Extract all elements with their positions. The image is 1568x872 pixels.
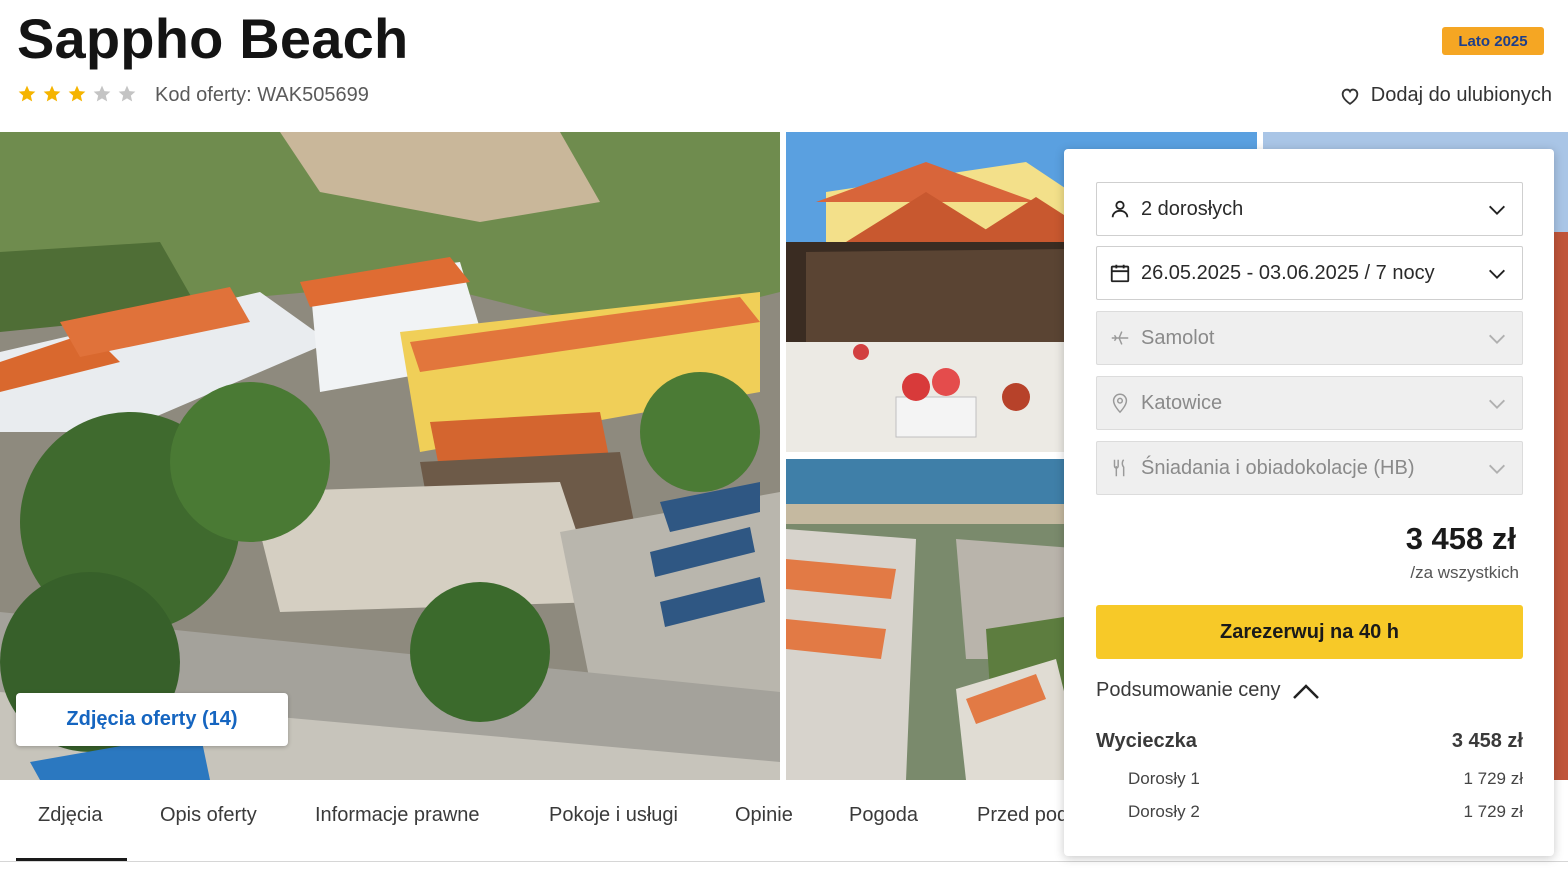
calendar-icon <box>1110 264 1130 283</box>
transport-select: Samolot <box>1096 311 1523 365</box>
transport-value: Samolot <box>1141 326 1215 349</box>
heart-icon <box>1341 88 1359 105</box>
summary-trip-label: Wycieczka <box>1096 730 1197 752</box>
tab-rooms-services[interactable]: Pokoje i usługi <box>549 804 678 827</box>
price-note: /za wszystkich <box>1410 563 1519 582</box>
main-photo[interactable]: Zdjęcia oferty (14) <box>0 132 780 780</box>
board-value: Śniadania i obiadokolacje (HB) <box>1141 456 1415 479</box>
star-icon <box>18 85 36 102</box>
summary-adult-label: Dorosły 2 <box>1128 802 1200 821</box>
season-badge: Lato 2025 <box>1442 27 1544 55</box>
star-rating <box>17 84 137 104</box>
chevron-up-icon <box>1292 683 1319 699</box>
offer-photos-button[interactable]: Zdjęcia oferty (14) <box>16 693 288 746</box>
booking-panel: 2 dorosłych 26.05.2025 - 03.06.2025 / 7 … <box>1064 149 1554 856</box>
person-icon <box>1111 200 1129 218</box>
summary-adult-row: Dorosły 1 1 729 zł <box>1096 769 1523 789</box>
departure-select: Katowice <box>1096 376 1523 430</box>
chevron-down-icon <box>1489 205 1505 215</box>
star-icon <box>93 85 111 102</box>
star-icon <box>118 85 136 102</box>
total-price: 3 458 zł <box>1405 521 1516 556</box>
tab-weather[interactable]: Pogoda <box>849 804 918 827</box>
dates-select[interactable]: 26.05.2025 - 03.06.2025 / 7 nocy <box>1096 246 1523 300</box>
price-summary-label: Podsumowanie ceny <box>1096 679 1281 701</box>
book-button[interactable]: Zarezerwuj na 40 h <box>1096 605 1523 659</box>
chevron-down-icon <box>1489 269 1505 279</box>
airplane-icon <box>1111 331 1129 345</box>
summary-adult-price: 1 729 zł <box>1463 802 1523 821</box>
travelers-value: 2 dorosłych <box>1141 197 1244 220</box>
travelers-select[interactable]: 2 dorosłych <box>1096 182 1523 236</box>
chevron-down-icon <box>1489 464 1505 474</box>
aerial-resort-photo <box>0 132 780 780</box>
tab-photos[interactable]: Zdjęcia <box>38 804 102 827</box>
add-to-favorites-label: Dodaj do ulubionych <box>1370 84 1552 106</box>
tab-reviews[interactable]: Opinie <box>735 804 793 827</box>
summary-trip-price: 3 458 zł <box>1451 730 1523 752</box>
tab-legal-information[interactable]: Informacje prawne <box>315 804 480 827</box>
cutlery-icon <box>1113 459 1125 477</box>
summary-adult-price: 1 729 zł <box>1463 769 1523 788</box>
chevron-down-icon <box>1489 334 1505 344</box>
star-icon <box>43 85 61 102</box>
summary-adult-label: Dorosły 1 <box>1128 769 1200 788</box>
offer-code: Kod oferty: WAK505699 <box>155 84 369 106</box>
summary-adult-row: Dorosły 2 1 729 zł <box>1096 802 1523 822</box>
dates-value: 26.05.2025 - 03.06.2025 / 7 nocy <box>1141 261 1435 284</box>
price-summary-toggle[interactable]: Podsumowanie ceny <box>1096 679 1321 702</box>
location-pin-icon <box>1112 393 1128 414</box>
summary-trip-row: Wycieczka 3 458 zł <box>1096 730 1523 753</box>
tab-offer-description[interactable]: Opis oferty <box>160 804 257 827</box>
chevron-down-icon <box>1489 399 1505 409</box>
departure-value: Katowice <box>1141 391 1223 414</box>
star-icon <box>68 85 86 102</box>
board-select: Śniadania i obiadokolacje (HB) <box>1096 441 1523 495</box>
active-tab-indicator <box>16 858 127 861</box>
add-to-favorites-button[interactable]: Dodaj do ulubionych <box>1339 84 1552 107</box>
hotel-title: Sappho Beach <box>17 7 409 70</box>
tab-before-trip[interactable]: Przed pod <box>977 804 1068 827</box>
